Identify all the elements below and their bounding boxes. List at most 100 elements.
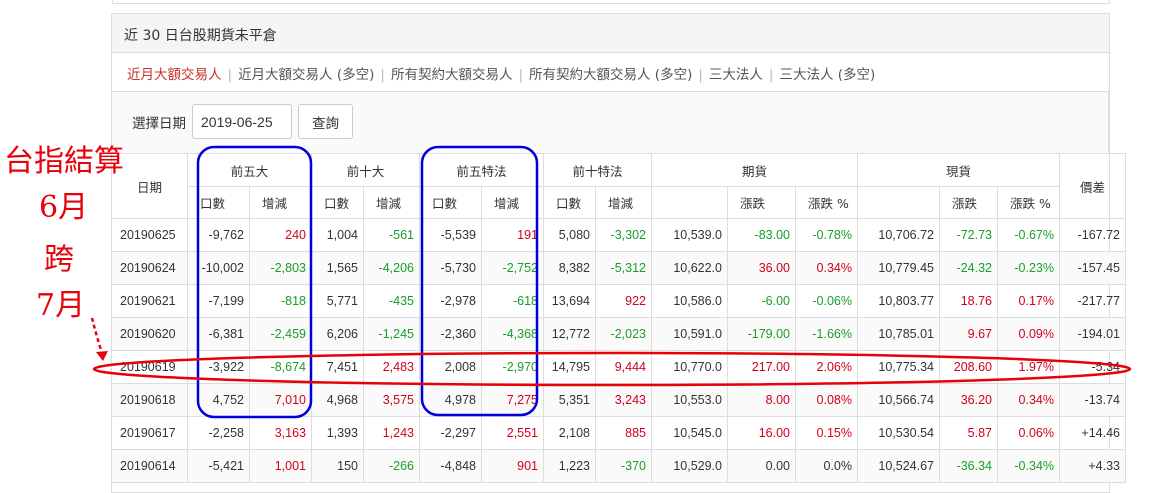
header-top5-special: 前五特法 [419,153,544,187]
table-cell: 6,206 [311,317,364,351]
table-cell: 10,770.0 [651,350,728,384]
table-cell: 885 [595,416,652,450]
table-cell: +4.33 [1059,449,1126,483]
table-cell: 1,393 [311,416,364,450]
table-cell: 7,275 [481,383,544,417]
tab-three-institutions[interactable]: 三大法人 [709,63,763,83]
table-cell: -2,297 [419,416,482,450]
table-cell: -2,970 [481,350,544,384]
table-cell: 10,591.0 [651,317,728,351]
table-cell: -10,002 [187,251,250,285]
header-top5: 前五大 [187,153,312,187]
row-date-cell: 20190617 [111,416,188,450]
subheader-cell: 漲跌 % [997,186,1060,219]
row-date-cell: 20190619 [111,350,188,384]
table-cell: -0.23% [997,251,1060,285]
row-date-cell: 20190618 [111,383,188,417]
table-row: 20190620 -6,381 -2,459 6,206 -1,245 -2,360 -4,… [111,317,1126,351]
tab-separator: | [380,67,385,83]
table-cell: -4,848 [419,449,482,483]
query-button[interactable]: 查詢 [298,104,353,139]
table-cell: -0.78% [795,218,858,252]
table-cell: 217.00 [727,350,796,384]
table-cell: -13.74 [1059,383,1126,417]
tab-near-month-large-traders[interactable]: 近月大額交易人 [127,63,222,83]
table-cell: 1,004 [311,218,364,252]
table-cell: 10,529.0 [651,449,728,483]
table-cell: -4,206 [363,251,420,285]
tab-bar: 近月大額交易人 | 近月大額交易人 (多空) | 所有契約大額交易人 | 所有契約大額交易人… [112,53,1109,91]
table-cell: -179.00 [727,317,796,351]
table-cell: 18.76 [939,284,998,318]
tab-all-contracts-large-traders-long-short[interactable]: 所有契約大額交易人 (多空) [529,63,692,83]
table-row: 20190624 -10,002 -2,803 1,565 -4,206 -5,730 -2… [111,251,1126,285]
row-date-cell: 20190614 [111,449,188,483]
table-cell: 8.00 [727,383,796,417]
table-body: 20190625 -9,762 240 1,004 -561 -5,539 191 5,080… [111,218,1126,483]
table-cell: -435 [363,284,420,318]
table-cell: 8,382 [543,251,596,285]
table-cell: 7,010 [249,383,312,417]
table-cell: 12,772 [543,317,596,351]
table-cell: 2,008 [419,350,482,384]
header-spot: 現貨 [857,153,1060,187]
date-input[interactable] [192,104,292,139]
table-cell: 0.08% [795,383,858,417]
table-cell: 2,551 [481,416,544,450]
table-cell: -2,803 [249,251,312,285]
table-cell: -4,368 [481,317,544,351]
table-cell: 0.34% [997,383,1060,417]
table-cell: 9.67 [939,317,998,351]
table-cell: 2.06% [795,350,858,384]
table-cell: -3,922 [187,350,250,384]
table-row: 20190621 -7,199 -818 5,771 -435 -2,978 -618 13,… [111,284,1126,318]
table-cell: 10,530.54 [857,416,940,450]
table-cell: 4,978 [419,383,482,417]
annotation-line-3: 跨 [44,242,74,277]
table-cell: -818 [249,284,312,318]
header-futures: 期貨 [651,153,858,187]
date-query-bar: 選擇日期 查詢 [112,91,1109,154]
table-cell: 0.34% [795,251,858,285]
table-cell: 191 [481,218,544,252]
tab-separator: | [698,67,703,83]
subheader-cell: 漲跌 [727,186,796,219]
subheader-cell: 增減 [481,186,544,219]
table-cell: -2,360 [419,317,482,351]
table-cell: 10,785.01 [857,317,940,351]
row-date-cell: 20190620 [111,317,188,351]
tab-all-contracts-large-traders[interactable]: 所有契約大額交易人 [391,63,513,83]
table-cell: 150 [311,449,364,483]
table-row: 20190617 -2,258 3,163 1,393 1,243 -2,297 2,551… [111,416,1126,450]
tab-near-month-large-traders-long-short[interactable]: 近月大額交易人 (多空) [238,63,374,83]
table-cell: -2,752 [481,251,544,285]
table-cell: -5,730 [419,251,482,285]
table-cell: 5.87 [939,416,998,450]
subheader-row: 口數 增減 口數 增減 口數 增減 口數 增減 漲跌 漲跌 % 漲跌 漲跌 % [112,186,1126,219]
table-cell: -9,762 [187,218,250,252]
table-cell: 10,775.34 [857,350,940,384]
table-cell: 10,586.0 [651,284,728,318]
table-cell: -0.34% [997,449,1060,483]
header-top10-special: 前十特法 [543,153,652,187]
table-cell: -1.66% [795,317,858,351]
table-cell: 0.06% [997,416,1060,450]
table-cell: +14.46 [1059,416,1126,450]
table-cell: 4,752 [187,383,250,417]
table-row: 20190619 -3,922 -8,674 7,451 2,483 2,008 -2,97… [111,350,1126,384]
table-cell: 10,779.45 [857,251,940,285]
table-cell: 2,108 [543,416,596,450]
table-cell: -157.45 [1059,251,1126,285]
subheader-cell: 口數 [543,186,596,219]
annotation-line-1: 台指結算 [4,144,124,179]
previous-panel-edge [112,0,1110,4]
table-cell: 9,444 [595,350,652,384]
panel-title: 近 30 日台股期貨未平倉 [112,14,1109,53]
subheader-cell [651,186,728,219]
table-cell: 0.09% [997,317,1060,351]
table-cell: 0.0% [795,449,858,483]
table-cell: -1,245 [363,317,420,351]
table-row: 20190618 4,752 7,010 4,968 3,575 4,978 7,275 5,… [111,383,1126,417]
tab-three-institutions-long-short[interactable]: 三大法人 (多空) [779,63,875,83]
table-cell: 16.00 [727,416,796,450]
